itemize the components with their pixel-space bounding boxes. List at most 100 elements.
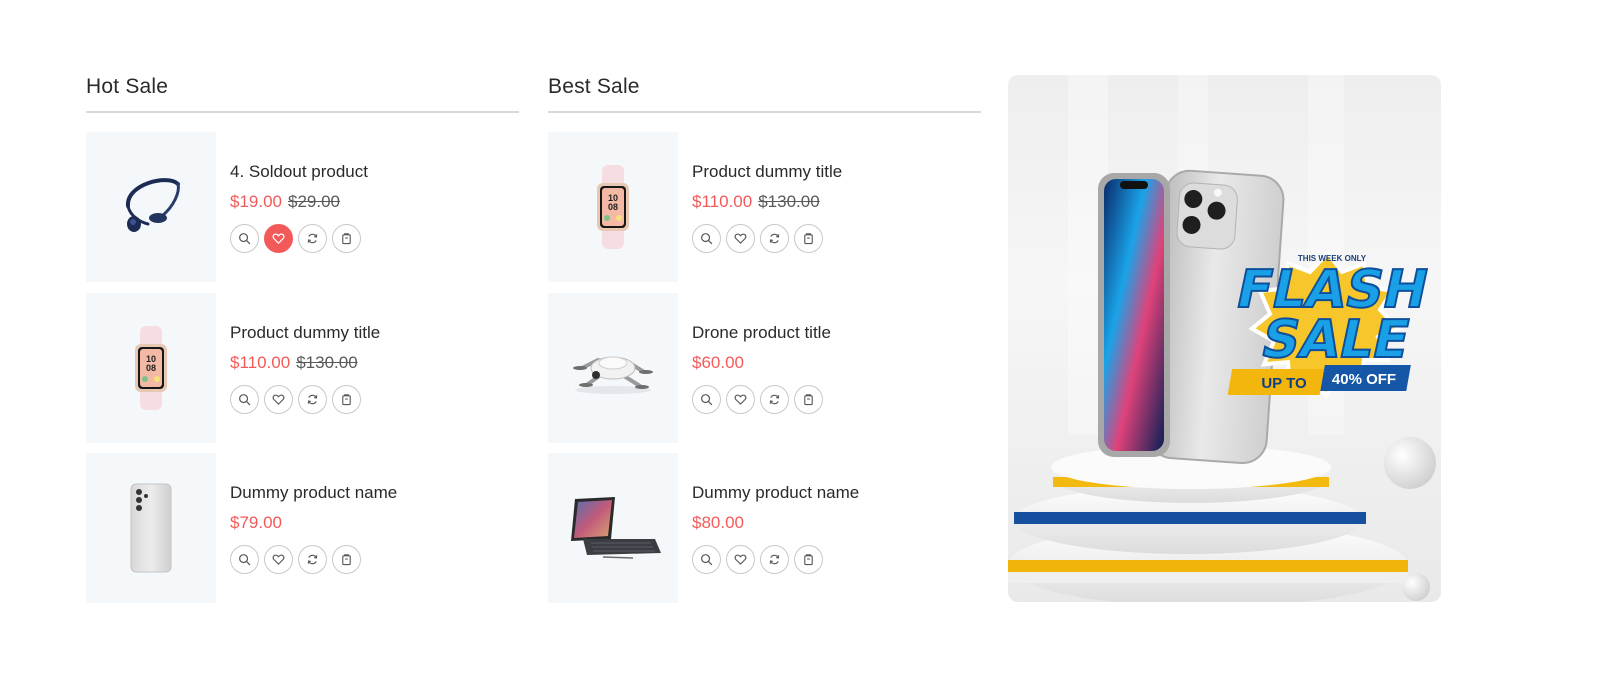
old-price: $29.00 [288, 192, 340, 211]
cart-icon [342, 554, 351, 566]
best-sale-title: Best Sale [548, 75, 640, 98]
tablet-icon [571, 497, 661, 559]
product-price: $110.00 $130.00 [230, 351, 380, 375]
hot-sale-divider [86, 111, 519, 113]
product-item: 10 08 Product dummy title $110.00 $130.00 [548, 132, 981, 282]
old-price: $130.00 [296, 353, 358, 372]
search-icon [701, 394, 713, 406]
product-price: $60.00 [692, 351, 831, 375]
heart-icon [734, 233, 747, 244]
wishlist-button[interactable] [726, 385, 755, 414]
product-actions [692, 545, 859, 574]
product-title[interactable]: Dummy product name [692, 481, 859, 505]
smartwatch-icon: 10 08 [135, 326, 167, 410]
product-item: Dummy product name $79.00 [86, 453, 519, 603]
heart-icon [734, 554, 747, 565]
svg-text:08: 08 [608, 202, 618, 212]
add-to-cart-button[interactable] [332, 545, 361, 574]
quick-view-button[interactable] [230, 545, 259, 574]
compare-button[interactable] [760, 545, 789, 574]
product-item: Dummy product name $80.00 [548, 453, 981, 603]
quick-view-button[interactable] [230, 385, 259, 414]
current-price: $110.00 [692, 192, 753, 211]
add-to-cart-button[interactable] [794, 224, 823, 253]
cart-icon [804, 233, 813, 245]
flash-sale-banner[interactable]: THIS WEEK ONLY FLASH SALE UP TO 40% OFF [1008, 75, 1441, 602]
product-title[interactable]: Product dummy title [692, 160, 842, 184]
product-actions [692, 385, 831, 414]
add-to-cart-button[interactable] [332, 385, 361, 414]
compare-icon [769, 233, 780, 244]
heart-icon [272, 554, 285, 565]
wishlist-button[interactable] [264, 224, 293, 253]
compare-icon [307, 233, 318, 244]
compare-icon [769, 554, 780, 565]
compare-button[interactable] [298, 545, 327, 574]
wishlist-button[interactable] [264, 545, 293, 574]
heart-icon [272, 394, 285, 405]
smartwatch-icon: 10 08 [597, 165, 629, 249]
product-item: Drone product title $60.00 [548, 293, 981, 443]
banner-artwork: THIS WEEK ONLY FLASH SALE UP TO 40% OFF [1008, 75, 1436, 602]
product-image-smartphone[interactable] [86, 453, 216, 603]
current-price: $60.00 [692, 353, 744, 372]
current-price: $110.00 [230, 353, 291, 372]
product-actions [692, 224, 842, 253]
compare-button[interactable] [760, 224, 789, 253]
search-icon [239, 394, 251, 406]
heart-icon [734, 394, 747, 405]
add-to-cart-button[interactable] [794, 385, 823, 414]
wishlist-button[interactable] [264, 385, 293, 414]
banner-discount: 40% OFF [1332, 371, 1396, 388]
cart-icon [342, 394, 351, 406]
best-sale-divider [548, 111, 981, 113]
product-price: $110.00 $130.00 [692, 190, 842, 214]
old-price: $130.00 [758, 192, 820, 211]
heart-icon [272, 233, 285, 244]
product-price: $19.00 $29.00 [230, 190, 368, 214]
current-price: $79.00 [230, 513, 282, 532]
hot-sale-section: Hot Sale 4. Soldout product $19.00 $29.00 [86, 72, 519, 603]
smartphone-icon [130, 483, 172, 573]
wishlist-button[interactable] [726, 545, 755, 574]
compare-icon [769, 394, 780, 405]
wishlist-button[interactable] [726, 224, 755, 253]
product-image-tablet[interactable] [548, 453, 678, 603]
quick-view-button[interactable] [230, 224, 259, 253]
compare-button[interactable] [298, 385, 327, 414]
product-price: $79.00 [230, 511, 397, 535]
product-title[interactable]: Product dummy title [230, 321, 380, 345]
product-actions [230, 385, 380, 414]
headphones-icon [126, 178, 180, 232]
cart-icon [804, 554, 813, 566]
product-image-drone[interactable] [548, 293, 678, 443]
hot-sale-title: Hot Sale [86, 75, 169, 98]
product-image-smartwatch[interactable]: 10 08 [548, 132, 678, 282]
current-price: $19.00 [230, 192, 282, 211]
best-sale-section: Best Sale 10 08 Product dummy title $110… [548, 72, 981, 603]
banner-headline-2: SALE [1256, 310, 1415, 370]
search-icon [701, 233, 713, 245]
product-image-smartwatch[interactable]: 10 08 [86, 293, 216, 443]
quick-view-button[interactable] [692, 224, 721, 253]
search-icon [239, 554, 251, 566]
quick-view-button[interactable] [692, 385, 721, 414]
product-title[interactable]: 4. Soldout product [230, 160, 368, 184]
quick-view-button[interactable] [692, 545, 721, 574]
compare-icon [307, 554, 318, 565]
banner-up-to: UP TO [1261, 375, 1307, 392]
product-title[interactable]: Drone product title [692, 321, 831, 345]
search-icon [701, 554, 713, 566]
add-to-cart-button[interactable] [794, 545, 823, 574]
drone-icon [573, 356, 653, 394]
svg-text:08: 08 [146, 363, 156, 373]
compare-button[interactable] [298, 224, 327, 253]
product-item: 10 08 Product dummy title $110.00 $130.00 [86, 293, 519, 443]
product-image-headphones[interactable] [86, 132, 216, 282]
add-to-cart-button[interactable] [332, 224, 361, 253]
product-actions [230, 224, 368, 253]
compare-button[interactable] [760, 385, 789, 414]
product-title[interactable]: Dummy product name [230, 481, 397, 505]
product-item: 4. Soldout product $19.00 $29.00 [86, 132, 519, 282]
current-price: $80.00 [692, 513, 744, 532]
